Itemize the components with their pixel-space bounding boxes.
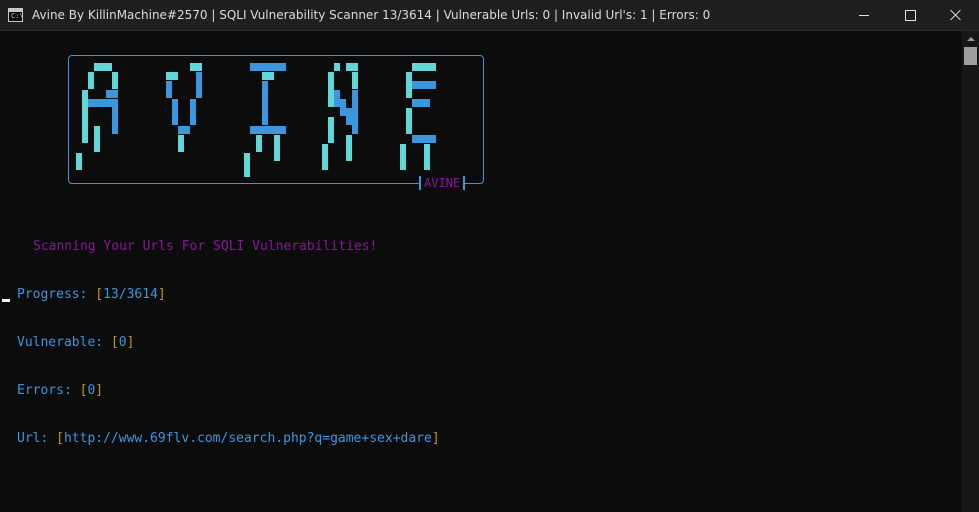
logo-block	[112, 99, 118, 134]
logo-block	[250, 126, 286, 134]
scroll-up-icon[interactable]	[967, 37, 975, 41]
logo-block	[112, 72, 118, 89]
logo-block	[262, 81, 268, 125]
logo-block	[352, 72, 358, 89]
url-label: Url:	[17, 431, 57, 446]
banner-tag: AVINE	[419, 176, 466, 190]
logo-block	[106, 90, 118, 98]
logo-block	[190, 63, 202, 71]
logo-block	[94, 126, 100, 152]
text-cursor	[2, 299, 10, 302]
logo-block	[82, 90, 88, 143]
window-title: Avine By KillinMachine#2570 | SQLI Vulne…	[32, 8, 711, 22]
logo-block	[412, 99, 430, 107]
title-bar[interactable]: C:\ Avine By KillinMachine#2570 | SQLI V…	[0, 0, 979, 31]
errors-label: Errors:	[17, 383, 80, 398]
avine-ascii-logo	[76, 61, 466, 177]
logo-block	[256, 135, 262, 152]
logo-block	[244, 153, 250, 177]
errors-line: Errors: [0]	[17, 383, 440, 399]
logo-block	[400, 144, 406, 170]
logo-block	[274, 135, 280, 161]
logo-block	[346, 108, 352, 125]
logo-block	[262, 72, 274, 80]
close-button[interactable]	[933, 0, 979, 30]
logo-block	[166, 72, 178, 80]
logo-block	[178, 135, 184, 152]
logo-block	[88, 99, 112, 107]
scan-heading: Scanning Your Urls For SQLI Vulnerabilit…	[33, 239, 378, 254]
maximize-icon	[904, 9, 916, 21]
logo-block	[166, 81, 172, 98]
minimize-icon	[859, 14, 869, 16]
terminal-icon-glyph: C:\	[11, 12, 24, 20]
progress-label: Progress:	[17, 287, 96, 302]
bracket-close: ]	[157, 287, 166, 302]
progress-line: Progress: [13/3614]	[17, 287, 440, 303]
logo-block	[94, 63, 112, 71]
maximize-button[interactable]	[887, 0, 933, 30]
logo-block	[334, 63, 340, 71]
avine-logo-svg	[76, 63, 436, 177]
logo-block	[334, 90, 340, 107]
logo-block	[406, 108, 412, 134]
logo-block	[328, 72, 334, 107]
vulnerable-label: Vulnerable:	[17, 335, 111, 350]
close-icon	[950, 9, 962, 21]
logo-block	[346, 135, 352, 161]
logo-block	[172, 99, 178, 125]
bracket-close: ]	[126, 335, 135, 350]
logo-block	[346, 63, 358, 71]
bracket-open: [	[95, 287, 104, 302]
vulnerable-value: 0	[118, 335, 127, 350]
logo-block	[424, 144, 430, 170]
bracket-open: [	[110, 335, 119, 350]
logo-block	[352, 90, 358, 134]
logo-block	[412, 135, 436, 143]
bracket-close: ]	[95, 383, 104, 398]
logo-block	[76, 153, 82, 170]
vertical-scrollbar[interactable]	[962, 31, 979, 512]
console-window: C:\ Avine By KillinMachine#2570 | SQLI V…	[0, 0, 979, 512]
logo-block	[412, 63, 436, 71]
minimize-button[interactable]	[841, 0, 887, 30]
console-output[interactable]: AVINE Scanning Your Urls For SQLI Vulner…	[0, 31, 962, 512]
logo-block	[406, 72, 412, 98]
bracket-close: ]	[431, 431, 440, 446]
url-line: Url: [http://www.69flv.com/search.php?q=…	[17, 431, 440, 447]
logo-block	[328, 117, 334, 143]
logo-block	[88, 72, 94, 89]
bracket-open: [	[56, 431, 64, 446]
logo-block	[412, 81, 436, 89]
logo-block	[340, 99, 346, 116]
logo-block	[196, 72, 202, 98]
logo-block	[322, 144, 328, 170]
logo-block	[250, 63, 286, 71]
url-value: http://www.69flv.com/search.php?q=game+s…	[63, 431, 432, 446]
terminal-icon[interactable]: C:\	[8, 8, 24, 22]
logo-block	[190, 99, 196, 125]
vulnerable-line: Vulnerable: [0]	[17, 335, 440, 351]
scroll-thumb[interactable]	[964, 47, 977, 65]
progress-value: 13/3614	[103, 287, 158, 302]
scan-status: Scanning Your Urls For SQLI Vulnerabilit…	[17, 207, 440, 479]
logo-block	[178, 126, 190, 134]
